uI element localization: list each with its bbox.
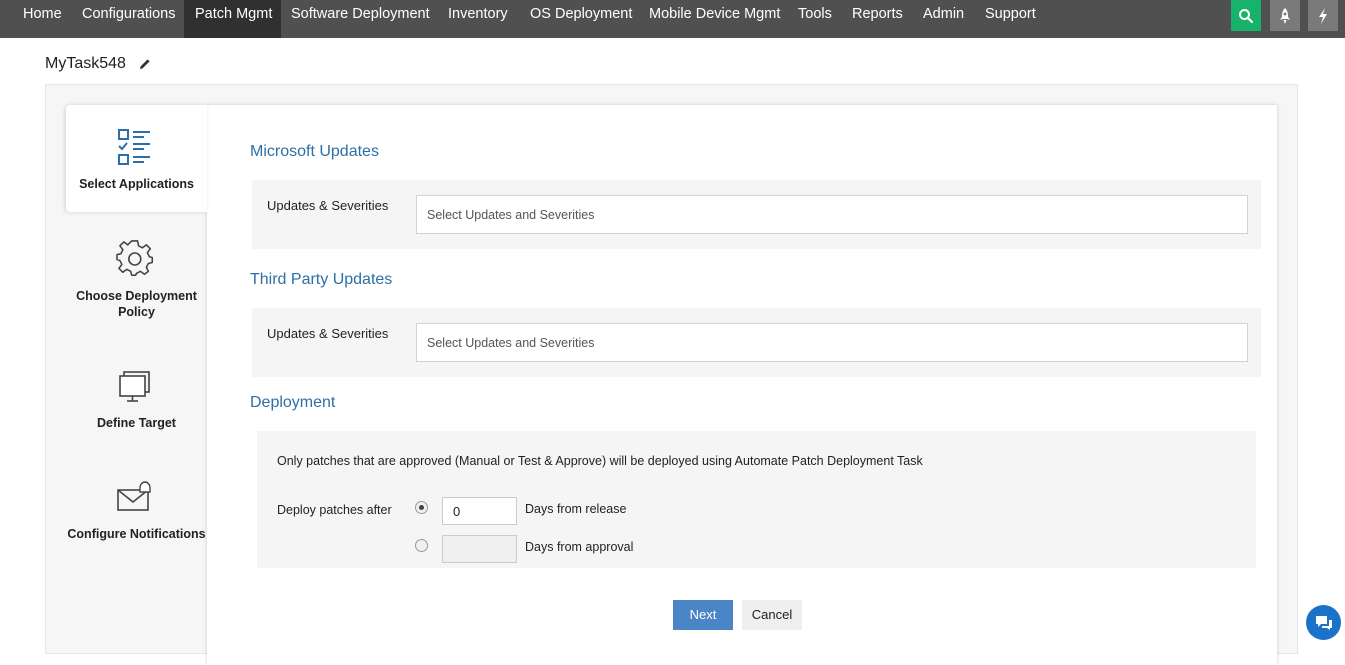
envelope-icon: [117, 481, 151, 511]
deploy-patches-after-label: Deploy patches after: [277, 503, 392, 517]
third-party-updates-row: Updates & Severities Select Updates and …: [252, 308, 1261, 377]
nav-item-reports[interactable]: Reports: [841, 0, 914, 30]
days-from-release-radio[interactable]: [415, 501, 428, 514]
step-label: Select Applications: [79, 177, 194, 191]
nav-item-mobile-device-mgmt[interactable]: Mobile Device Mgmt: [638, 0, 791, 30]
select-placeholder: Select Updates and Severities: [427, 336, 595, 350]
search-icon: [1239, 8, 1254, 23]
next-button[interactable]: Next: [673, 600, 733, 630]
top-navigation-bar: Home Configurations Patch Mgmt Software …: [0, 0, 1345, 38]
nav-item-os-deployment[interactable]: OS Deployment: [519, 0, 643, 30]
deployment-title: Deployment: [250, 394, 336, 411]
days-from-release-label: Days from release: [525, 502, 627, 516]
search-button[interactable]: [1231, 0, 1261, 31]
nav-item-configurations[interactable]: Configurations: [71, 0, 187, 30]
third-party-updates-label: Updates & Severities: [267, 326, 389, 341]
step-select-applications[interactable]: Select Applications: [66, 105, 207, 212]
gear-icon: [116, 240, 154, 277]
microsoft-updates-label: Updates & Severities: [267, 198, 389, 213]
step-label: Define Target: [97, 416, 176, 430]
microsoft-updates-title: Microsoft Updates: [250, 143, 379, 160]
days-from-release-input[interactable]: 0: [442, 497, 517, 525]
nav-item-support[interactable]: Support: [974, 0, 1047, 30]
days-from-approval-input[interactable]: [442, 535, 517, 563]
rocket-icon: [1280, 7, 1290, 24]
nav-item-inventory[interactable]: Inventory: [437, 0, 519, 30]
checklist-icon: [118, 129, 150, 165]
step-label: Configure Notifications: [67, 527, 206, 541]
deployment-note: Only patches that are approved (Manual o…: [277, 454, 923, 468]
step-define-target[interactable]: Define Target: [66, 362, 207, 442]
days-from-approval-label: Days from approval: [525, 540, 634, 554]
task-title: MyTask548: [45, 55, 126, 72]
nav-item-admin[interactable]: Admin: [912, 0, 975, 30]
days-from-approval-radio[interactable]: [415, 539, 428, 552]
third-party-updates-title: Third Party Updates: [250, 271, 393, 288]
chat-button[interactable]: [1306, 605, 1341, 640]
step-label: Choose Deployment Policy: [76, 289, 197, 319]
nav-item-home[interactable]: Home: [12, 0, 73, 30]
deployment-settings: Only patches that are approved (Manual o…: [257, 431, 1256, 568]
step-choose-deployment-policy[interactable]: Choose Deployment Policy: [66, 232, 207, 332]
quick-launch-button[interactable]: [1270, 0, 1300, 31]
microsoft-updates-row: Updates & Severities Select Updates and …: [252, 180, 1261, 249]
nav-item-tools[interactable]: Tools: [788, 0, 842, 30]
quick-actions-button[interactable]: [1308, 0, 1338, 31]
nav-item-patch-mgmt[interactable]: Patch Mgmt: [184, 0, 281, 38]
lightning-icon: [1319, 7, 1327, 24]
third-party-updates-select[interactable]: Select Updates and Severities: [416, 323, 1248, 362]
microsoft-updates-select[interactable]: Select Updates and Severities: [416, 195, 1248, 234]
pencil-icon[interactable]: [139, 58, 151, 70]
chat-icon: [1315, 615, 1332, 630]
step-configure-notifications[interactable]: Configure Notifications: [66, 472, 207, 552]
monitor-icon: [119, 371, 150, 402]
nav-item-software-deployment[interactable]: Software Deployment: [281, 0, 440, 30]
select-placeholder: Select Updates and Severities: [427, 208, 595, 222]
cancel-button[interactable]: Cancel: [742, 600, 802, 630]
